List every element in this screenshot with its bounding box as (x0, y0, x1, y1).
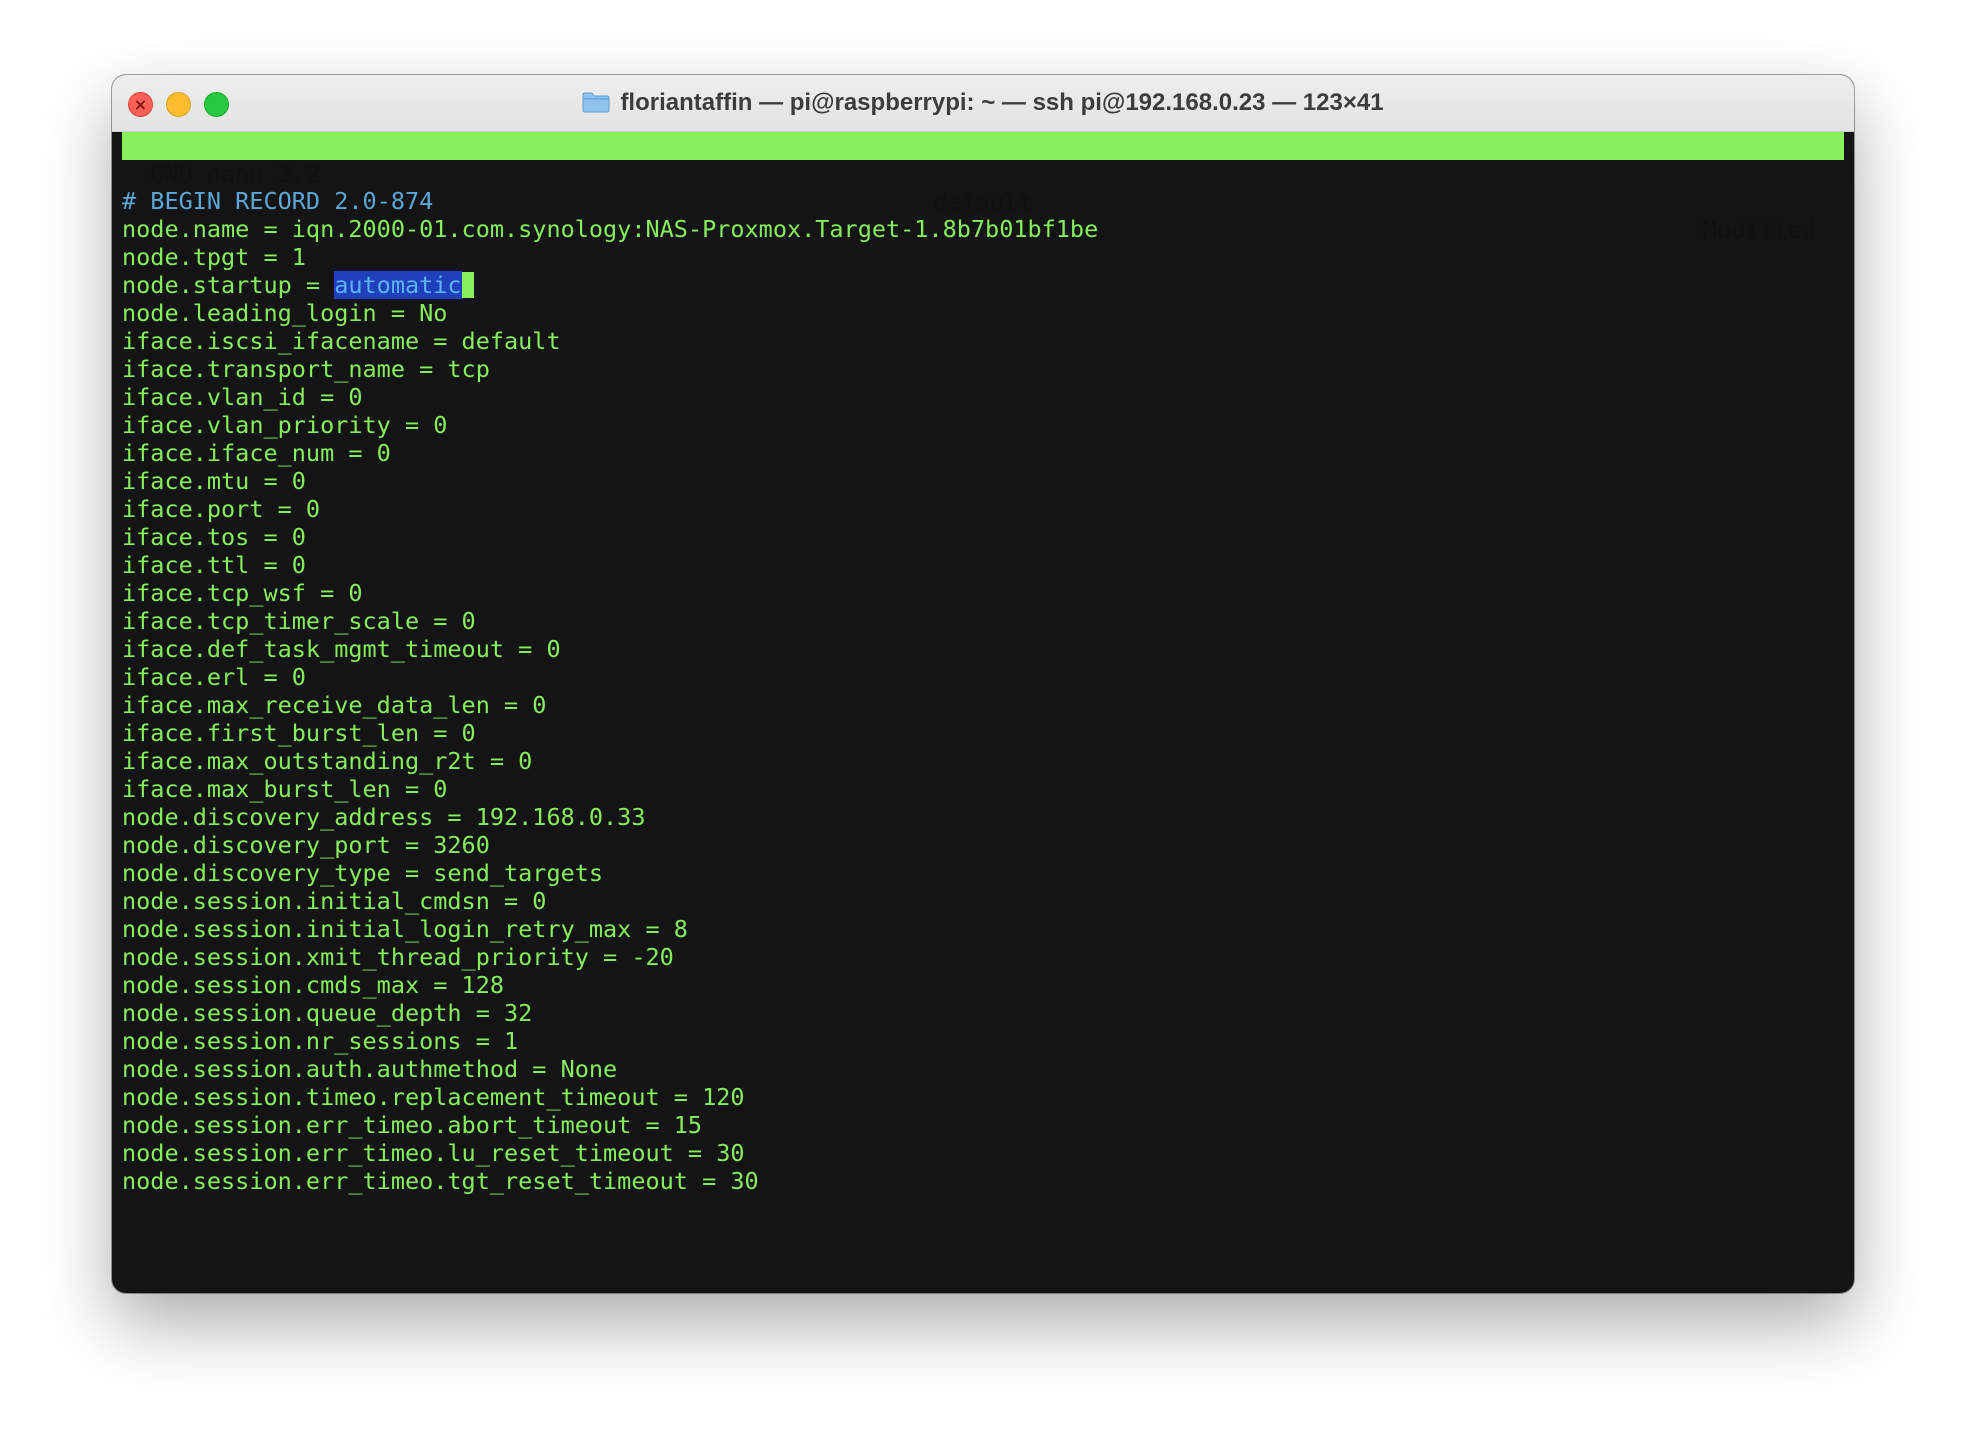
editor-lines-after-startup: node.leading_login = No iface.iscsi_iface… (122, 299, 1844, 1195)
nano-version: GNU nano 3.2 (150, 160, 320, 188)
selected-text[interactable]: automatic (334, 271, 462, 299)
window-title-text: floriantaffin — pi@raspberrypi: ~ — ssh … (620, 89, 1384, 116)
editor-line: iface.mtu = 0 (122, 467, 306, 495)
startup-key: node.startup = (122, 271, 335, 299)
editor-line: node.session.auth.authmethod = None (122, 1055, 618, 1083)
editor-line: iface.iscsi_ifacename = default (122, 327, 561, 355)
editor-line: node.session.cmds_max = 128 (122, 971, 505, 999)
folder-icon (582, 92, 610, 113)
editor-line: node.session.err_timeo.tgt_reset_timeout… (122, 1167, 759, 1195)
editor-line: node.session.timeo.replacement_timeout =… (122, 1083, 745, 1111)
editor-line: iface.iface_num = 0 (122, 439, 391, 467)
editor-line: node.session.err_timeo.abort_timeout = 1… (122, 1111, 703, 1139)
editor-line: node.name = iqn.2000-01.com.synology:NAS… (122, 215, 1099, 243)
editor-line: iface.first_burst_len = 0 (122, 719, 476, 747)
editor-line: iface.max_receive_data_len = 0 (122, 691, 547, 719)
editor-line: node.discovery_address = 192.168.0.33 (122, 803, 646, 831)
title-bar[interactable]: × floriantaffin — pi@raspberrypi: ~ — ss… (112, 75, 1854, 132)
editor-line: iface.max_outstanding_r2t = 0 (122, 747, 533, 775)
editor-line: iface.vlan_id = 0 (122, 383, 363, 411)
text-cursor (461, 272, 474, 298)
editor-line: iface.tcp_timer_scale = 0 (122, 607, 476, 635)
terminal-window: × floriantaffin — pi@raspberrypi: ~ — ss… (112, 75, 1854, 1293)
editor-line: node.session.initial_login_retry_max = 8 (122, 915, 688, 943)
editor-buffer[interactable]: # BEGIN RECORD 2.0-874 node.name = iqn.2… (122, 187, 1844, 1195)
editor-line: node.session.initial_cmdsn = 0 (122, 887, 547, 915)
editor-line: iface.port = 0 (122, 495, 321, 523)
editor-line-startup: node.startup = automatic (122, 271, 1844, 299)
editor-line: iface.def_task_mgmt_timeout = 0 (122, 635, 561, 663)
editor-line: iface.tos = 0 (122, 523, 306, 551)
editor-line: node.tpgt = 1 (122, 243, 306, 271)
editor-line: node.discovery_type = send_targets (122, 859, 604, 887)
editor-lines-before-startup: node.name = iqn.2000-01.com.synology:NAS… (122, 215, 1844, 271)
nano-editor[interactable]: GNU nano 3.2 default Modified # BEGIN RE… (122, 132, 1844, 1287)
editor-line: iface.tcp_wsf = 0 (122, 579, 363, 607)
editor-line: node.session.xmit_thread_priority = -20 (122, 943, 674, 971)
editor-line: iface.ttl = 0 (122, 551, 306, 579)
editor-line: node.leading_login = No (122, 299, 448, 327)
editor-line: iface.vlan_priority = 0 (122, 411, 448, 439)
editor-line: node.discovery_port = 3260 (122, 831, 490, 859)
editor-line: iface.max_burst_len = 0 (122, 775, 448, 803)
editor-line: node.session.err_timeo.lu_reset_timeout … (122, 1139, 745, 1167)
nano-title-bar: GNU nano 3.2 default Modified (122, 132, 1844, 244)
comment-line: # BEGIN RECORD 2.0-874 (122, 187, 434, 215)
window-title: floriantaffin — pi@raspberrypi: ~ — ssh … (112, 75, 1854, 131)
editor-line: iface.erl = 0 (122, 663, 306, 691)
editor-line: iface.transport_name = tcp (122, 355, 490, 383)
editor-line: node.session.nr_sessions = 1 (122, 1027, 519, 1055)
editor-line: node.session.queue_depth = 32 (122, 999, 533, 1027)
